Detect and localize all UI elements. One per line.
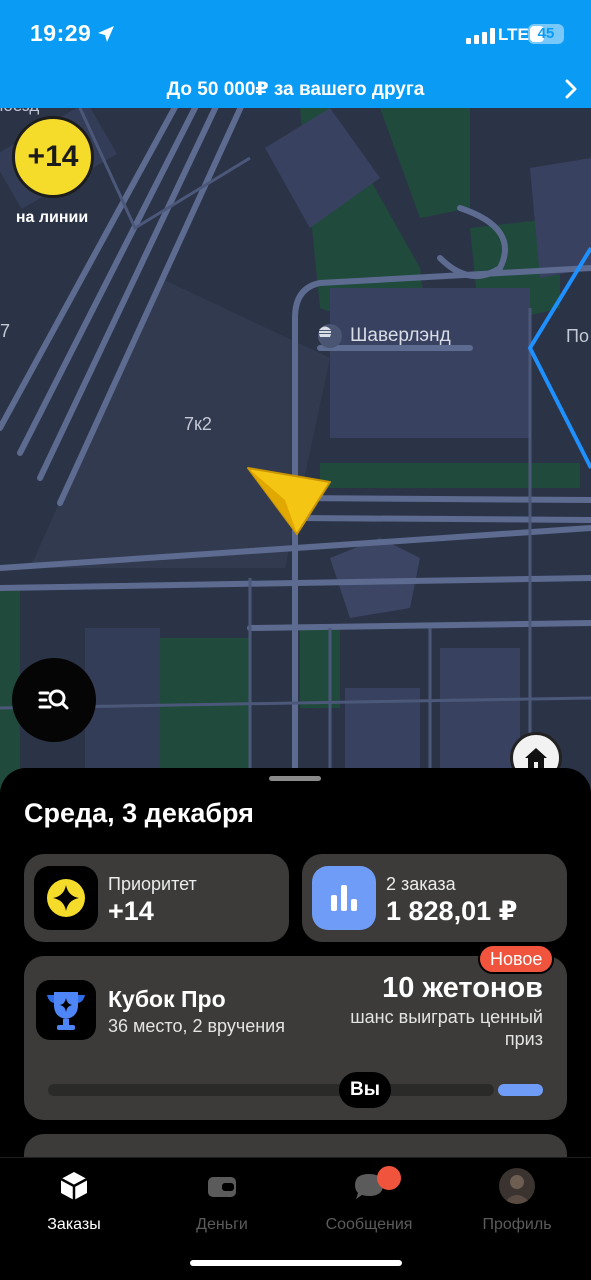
chevron-right-icon bbox=[565, 79, 577, 99]
priority-card-value: +14 bbox=[108, 896, 154, 926]
map-edge-label-top: ноезд bbox=[0, 108, 39, 116]
priority-badge-label: на линии bbox=[15, 209, 89, 226]
orders-card[interactable]: 2 заказа 1 828,01 ₽ bbox=[302, 854, 567, 942]
tab-messages-label: Сообщения bbox=[325, 1216, 413, 1233]
trophy-icon bbox=[36, 980, 96, 1040]
priority-icon bbox=[34, 866, 98, 930]
map-building-label: 7к2 bbox=[184, 414, 212, 434]
order-search-button[interactable] bbox=[12, 658, 96, 742]
referral-banner-text: До 50 000₽ за вашего друга bbox=[166, 78, 425, 100]
new-badge: Новое bbox=[478, 944, 555, 974]
tab-profile[interactable]: Профиль bbox=[457, 1168, 577, 1238]
top-header: 19:29 LTE 45 До 50 000₽ за вашего друга bbox=[0, 0, 591, 108]
referral-banner[interactable]: До 50 000₽ за вашего друга bbox=[0, 70, 591, 108]
cellular-signal-icon bbox=[466, 28, 495, 44]
unread-dot bbox=[377, 1166, 401, 1190]
tab-money-label: Деньги bbox=[196, 1216, 248, 1233]
cup-pro-card[interactable]: Кубок Про 36 место, 2 вручения 10 жетоно… bbox=[24, 956, 567, 1120]
map-edge-label-left: 7 bbox=[0, 321, 11, 341]
wallet-icon bbox=[208, 1177, 236, 1197]
battery-level: 45 bbox=[537, 25, 555, 42]
cup-card-chance: шанс выиграть ценный приз bbox=[350, 1007, 543, 1049]
map-edge-label-right: По bbox=[566, 326, 589, 346]
home-indicator bbox=[190, 1260, 402, 1266]
avatar bbox=[499, 1168, 535, 1204]
priority-card-label: Приоритет bbox=[108, 874, 197, 894]
orders-card-label: 2 заказа bbox=[386, 874, 456, 894]
network-type: LTE bbox=[498, 25, 529, 44]
cup-progress-you-marker: Вы bbox=[339, 1072, 391, 1108]
search-list-icon bbox=[38, 689, 69, 710]
priority-card[interactable]: Приоритет +14 bbox=[24, 854, 289, 942]
location-arrow-icon bbox=[98, 26, 114, 42]
battery-icon: 45 bbox=[528, 24, 564, 44]
bar-chart-icon bbox=[312, 866, 376, 930]
cube-icon bbox=[60, 1172, 88, 1200]
sheet-drag-handle[interactable] bbox=[269, 776, 321, 781]
cup-progress-track bbox=[48, 1084, 494, 1096]
cup-card-tokens: 10 жетонов bbox=[382, 972, 543, 1004]
cup-card-subtitle: 36 место, 2 вручения bbox=[108, 1016, 285, 1036]
map-poi-name: Шаверлэнд bbox=[350, 325, 451, 346]
cup-card-title: Кубок Про bbox=[108, 986, 226, 1012]
tab-orders-label: Заказы bbox=[47, 1216, 101, 1233]
status-time: 19:29 bbox=[30, 20, 92, 46]
status-bar: 19:29 LTE 45 bbox=[0, 0, 591, 70]
tab-profile-label: Профиль bbox=[482, 1216, 552, 1233]
tab-messages[interactable]: Сообщения bbox=[309, 1166, 429, 1238]
map-poi[interactable]: Шаверлэнд bbox=[318, 324, 451, 348]
orders-card-value: 1 828,01 ₽ bbox=[386, 896, 518, 926]
tab-money[interactable]: Деньги bbox=[162, 1168, 282, 1238]
sheet-date: Среда, 3 декабря bbox=[24, 798, 254, 828]
cup-progress-goal bbox=[498, 1084, 543, 1096]
tab-orders[interactable]: Заказы bbox=[14, 1168, 134, 1238]
priority-badge[interactable]: +14 bbox=[12, 116, 94, 198]
burger-icon bbox=[318, 324, 342, 348]
